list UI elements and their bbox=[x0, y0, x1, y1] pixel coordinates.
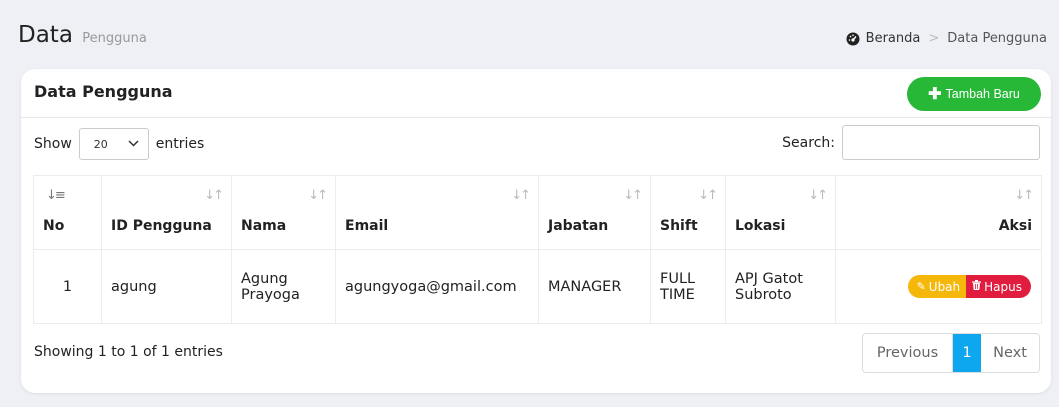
show-label: Show bbox=[34, 136, 72, 152]
column-header-lokasi[interactable]: ↓↑ Lokasi bbox=[725, 175, 836, 250]
breadcrumb-separator: > bbox=[928, 31, 940, 46]
row-action-group: ✎ Ubah Hapus bbox=[907, 275, 1031, 298]
column-label: Aksi bbox=[998, 218, 1032, 234]
page-button-current[interactable]: 1 bbox=[953, 334, 981, 372]
pagination: Previous 1 Next bbox=[862, 333, 1040, 373]
sort-icon: ↓↑ bbox=[623, 188, 643, 203]
cell-nama: Agung Prayoga bbox=[231, 249, 336, 324]
breadcrumb-current: Data Pengguna bbox=[947, 31, 1047, 46]
chevron-down-icon bbox=[128, 139, 139, 150]
edit-label: Ubah bbox=[928, 279, 961, 294]
user-table: ↓≡ No ↓↑ ID Pengguna ↓↑ Nama ↓↑ Email ↓↑ bbox=[33, 175, 1042, 324]
entries-label: entries bbox=[155, 136, 205, 152]
delete-label: Hapus bbox=[984, 279, 1022, 294]
search-label: Search: bbox=[782, 134, 835, 151]
next-page-button[interactable]: Next bbox=[981, 334, 1039, 372]
column-label: Email bbox=[345, 218, 389, 234]
column-label: Jabatan bbox=[548, 218, 609, 234]
cell-no: 1 bbox=[33, 249, 102, 324]
add-new-button[interactable]: ✚ Tambah Baru bbox=[907, 77, 1041, 111]
plus-icon: ✚ bbox=[928, 86, 942, 103]
column-header-email[interactable]: ↓↑ Email bbox=[335, 175, 539, 250]
column-header-id-pengguna[interactable]: ↓↑ ID Pengguna bbox=[101, 175, 232, 250]
add-new-label: Tambah Baru bbox=[945, 87, 1020, 101]
delete-button[interactable]: Hapus bbox=[966, 275, 1031, 298]
dashboard-icon bbox=[846, 32, 860, 46]
column-header-aksi[interactable]: ↓↑ Aksi bbox=[835, 175, 1042, 250]
card-title: Data Pengguna bbox=[34, 82, 173, 101]
entries-select-value: 20 bbox=[93, 137, 108, 151]
column-label: Lokasi bbox=[735, 218, 786, 234]
column-header-nama[interactable]: ↓↑ Nama bbox=[231, 175, 336, 250]
column-label: No bbox=[43, 218, 65, 234]
page-title: Data Pengguna bbox=[18, 22, 147, 48]
page-header: Data Pengguna Beranda > Data Pengguna bbox=[18, 18, 1047, 58]
sort-icon: ↓↑ bbox=[1014, 188, 1034, 203]
previous-page-button[interactable]: Previous bbox=[863, 334, 953, 372]
sort-icon: ↓↑ bbox=[308, 188, 328, 203]
page-subtitle: Pengguna bbox=[82, 31, 147, 46]
table-info: Showing 1 to 1 of 1 entries bbox=[34, 344, 223, 360]
trash-icon bbox=[972, 280, 982, 293]
card-divider bbox=[21, 117, 1051, 118]
sort-icon: ↓↑ bbox=[204, 188, 224, 203]
breadcrumb-home-link[interactable]: Beranda bbox=[866, 31, 921, 46]
search-control: Search: bbox=[782, 125, 1040, 160]
column-label: ID Pengguna bbox=[111, 218, 212, 234]
edit-icon: ✎ bbox=[916, 280, 926, 293]
sort-icon: ↓↑ bbox=[698, 188, 718, 203]
column-header-no[interactable]: ↓≡ No bbox=[33, 175, 102, 250]
sort-icon: ↓↑ bbox=[808, 188, 828, 203]
cell-email: agungyoga@gmail.com bbox=[335, 249, 539, 324]
cell-jabatan: MANAGER bbox=[538, 249, 651, 324]
entries-select[interactable]: 20 bbox=[78, 128, 149, 160]
user-data-card: Data Pengguna ✚ Tambah Baru Show 20 entr… bbox=[21, 69, 1051, 393]
table-header-row: ↓≡ No ↓↑ ID Pengguna ↓↑ Nama ↓↑ Email ↓↑ bbox=[33, 175, 1042, 250]
column-label: Nama bbox=[241, 218, 287, 234]
page-title-text: Data bbox=[18, 22, 73, 48]
sort-asc-icon: ↓≡ bbox=[46, 188, 66, 203]
breadcrumb: Beranda > Data Pengguna bbox=[846, 31, 1047, 46]
table-row: 1 agung Agung Prayoga agungyoga@gmail.co… bbox=[33, 249, 1042, 324]
column-label: Shift bbox=[660, 218, 698, 234]
column-header-jabatan[interactable]: ↓↑ Jabatan bbox=[538, 175, 651, 250]
cell-shift: FULL TIME bbox=[650, 249, 726, 324]
search-input[interactable] bbox=[842, 125, 1040, 160]
cell-aksi: ✎ Ubah Hapus bbox=[835, 249, 1042, 324]
cell-lokasi: APJ Gatot Subroto bbox=[725, 249, 836, 324]
sort-icon: ↓↑ bbox=[511, 188, 531, 203]
entries-length-control: Show 20 entries bbox=[34, 127, 204, 161]
edit-button[interactable]: ✎ Ubah bbox=[907, 275, 967, 298]
cell-id-pengguna: agung bbox=[101, 249, 232, 324]
column-header-shift[interactable]: ↓↑ Shift bbox=[650, 175, 726, 250]
